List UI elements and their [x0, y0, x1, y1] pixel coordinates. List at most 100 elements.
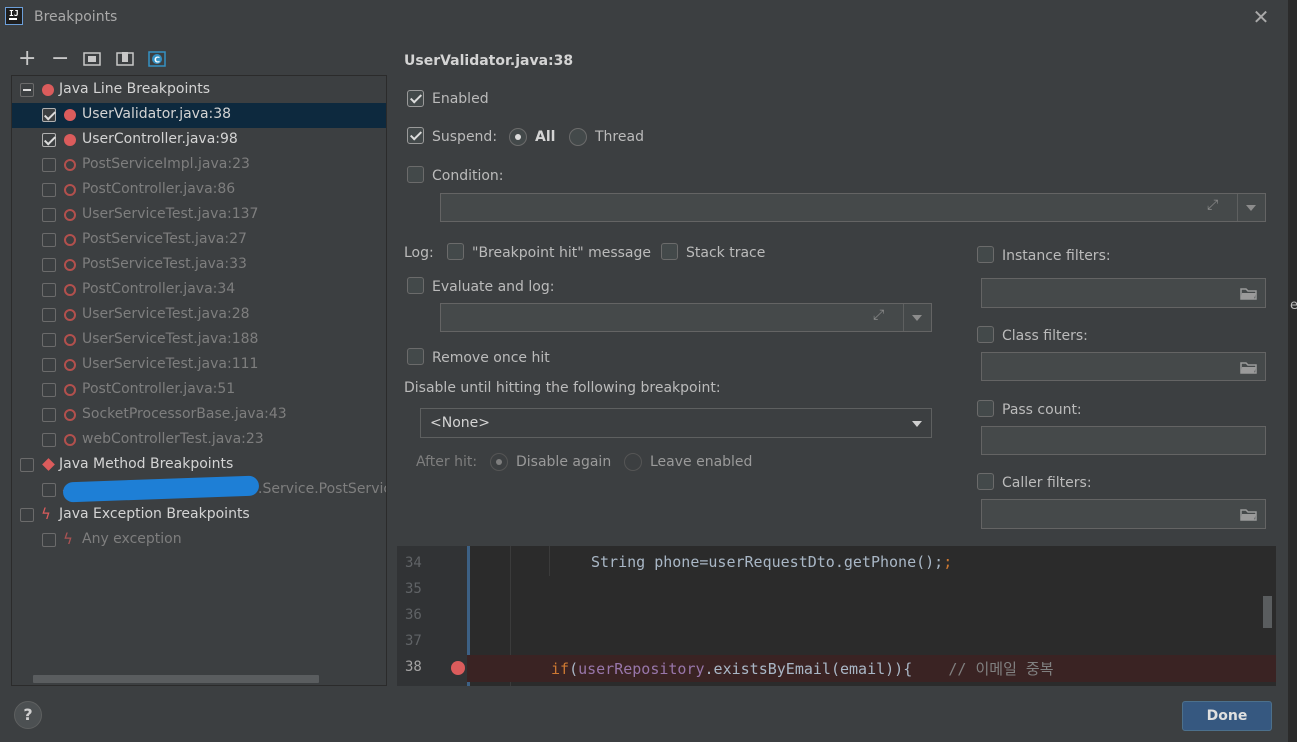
- editor-vertical-scrollbar[interactable]: [1263, 596, 1272, 628]
- evaluate-and-log-checkbox[interactable]: [407, 277, 424, 294]
- group-by-class-button[interactable]: C: [148, 50, 166, 68]
- group-checkbox[interactable]: [20, 83, 34, 97]
- tree-item-any-exception[interactable]: ϟ Any exception: [12, 528, 386, 553]
- tree-item-line-breakpoint[interactable]: webControllerTest.java:23: [12, 428, 386, 453]
- breakpoint-checkbox[interactable]: [42, 108, 56, 122]
- condition-checkbox[interactable]: [407, 166, 424, 183]
- instance-filters-checkbox[interactable]: [977, 246, 994, 263]
- disable-until-value: <None>: [430, 415, 490, 431]
- breakpoint-checkbox[interactable]: [42, 433, 56, 447]
- group-checkbox[interactable]: [20, 458, 34, 472]
- tree-item-line-breakpoint[interactable]: PostController.java:34: [12, 278, 386, 303]
- breakpoint-dot-icon: [64, 159, 76, 171]
- breakpoint-checkbox[interactable]: [42, 158, 56, 172]
- enabled-checkbox[interactable]: [407, 90, 424, 107]
- tree-item-line-breakpoint[interactable]: PostServiceImpl.java:23: [12, 153, 386, 178]
- breakpoint-checkbox[interactable]: [42, 133, 56, 147]
- suspend-all-radio[interactable]: [509, 128, 527, 146]
- instance-filters-input[interactable]: [981, 278, 1266, 308]
- tree-group-java-line[interactable]: Java Line Breakpoints: [12, 78, 386, 103]
- tree-item-label: PostServiceTest.java:27: [82, 231, 247, 247]
- breakpoints-tree[interactable]: Java Line Breakpoints Java Method Breakp…: [11, 75, 387, 686]
- breakpoint-checkbox[interactable]: [42, 408, 56, 422]
- chevron-down-icon[interactable]: [1246, 205, 1256, 211]
- breakpoint-checkbox[interactable]: [42, 183, 56, 197]
- caller-filters-checkbox[interactable]: [977, 473, 994, 490]
- expand-icon[interactable]: ⤢: [873, 307, 884, 323]
- disable-again-radio[interactable]: [490, 453, 508, 471]
- breakpoint-dot-icon: [64, 234, 76, 246]
- remove-once-hit-checkbox[interactable]: [407, 348, 424, 365]
- tree-item-line-breakpoint[interactable]: UserController.java:98: [12, 128, 386, 153]
- pass-count-checkbox[interactable]: [977, 400, 994, 417]
- breakpoint-checkbox[interactable]: [42, 333, 56, 347]
- condition-input[interactable]: [440, 193, 1266, 222]
- tree-item-line-breakpoint[interactable]: SocketProcessorBase.java:43: [12, 403, 386, 428]
- breakpoint-checkbox[interactable]: [42, 358, 56, 372]
- tree-item-line-breakpoint[interactable]: UserServiceTest.java:28: [12, 303, 386, 328]
- indent-guide: [549, 546, 550, 576]
- class-filters-input[interactable]: [981, 352, 1266, 381]
- breakpoint-dot-icon: [64, 409, 76, 421]
- breakpoint-dot-icon: [64, 384, 76, 396]
- stack-trace-checkbox[interactable]: [661, 243, 678, 260]
- tree-item-line-breakpoint[interactable]: UserServiceTest.java:111: [12, 353, 386, 378]
- help-button[interactable]: ?: [14, 701, 42, 729]
- breakpoint-checkbox[interactable]: [42, 283, 56, 297]
- folder-icon[interactable]: [1240, 508, 1257, 521]
- breakpoint-checkbox[interactable]: [42, 533, 56, 547]
- breakpoint-checkbox[interactable]: [42, 233, 56, 247]
- folder-icon[interactable]: [1240, 361, 1257, 374]
- stack-trace-label: Stack trace: [686, 245, 766, 261]
- tree-item-label: Any exception: [82, 531, 182, 547]
- separator: [1237, 194, 1238, 221]
- group-by-file-button[interactable]: [83, 50, 101, 68]
- log-message-checkbox[interactable]: [447, 243, 464, 260]
- caller-filters-label: Caller filters:: [1002, 475, 1092, 491]
- pass-count-input[interactable]: [981, 426, 1266, 455]
- done-button[interactable]: Done: [1182, 701, 1272, 731]
- expand-icon[interactable]: ⤢: [1207, 197, 1218, 213]
- group-by-file-icon: [83, 52, 101, 66]
- add-breakpoint-button[interactable]: +: [18, 48, 36, 70]
- tree-item-line-breakpoint[interactable]: PostServiceTest.java:27: [12, 228, 386, 253]
- breakpoint-dot-icon[interactable]: [451, 661, 465, 675]
- folder-icon[interactable]: [1240, 287, 1257, 300]
- breakpoint-checkbox[interactable]: [42, 483, 56, 497]
- tree-group-java-method[interactable]: Java Method Breakpoints: [12, 453, 386, 478]
- close-icon[interactable]: ✕: [1252, 6, 1270, 28]
- breakpoint-checkbox[interactable]: [42, 208, 56, 222]
- tree-item-line-breakpoint[interactable]: PostServiceTest.java:33: [12, 253, 386, 278]
- caller-filters-input[interactable]: [981, 499, 1266, 529]
- tree-item-line-breakpoint[interactable]: UserServiceTest.java:137: [12, 203, 386, 228]
- group-by-package-button[interactable]: [116, 50, 134, 68]
- group-by-class-icon: C: [148, 51, 166, 67]
- instance-filters-label: Instance filters:: [1002, 248, 1111, 264]
- tree-item-label: .Service.PostService.: [258, 481, 386, 497]
- chevron-down-icon[interactable]: [912, 315, 922, 321]
- class-filters-checkbox[interactable]: [977, 326, 994, 343]
- evaluate-and-log-input[interactable]: [440, 303, 932, 332]
- disable-until-dropdown[interactable]: [420, 408, 932, 438]
- evaluate-and-log-label: Evaluate and log:: [432, 279, 555, 295]
- breakpoint-checkbox[interactable]: [42, 383, 56, 397]
- tree-item-line-breakpoint[interactable]: PostController.java:86: [12, 178, 386, 203]
- tree-item-label: SocketProcessorBase.java:43: [82, 406, 287, 422]
- after-hit-label: After hit:: [416, 454, 478, 470]
- breakpoint-dot-icon: [64, 359, 76, 371]
- tree-horizontal-scrollbar[interactable]: [33, 675, 319, 683]
- tree-item-line-breakpoint[interactable]: UserServiceTest.java:188: [12, 328, 386, 353]
- remove-breakpoint-button[interactable]: −: [51, 48, 69, 70]
- remove-once-hit-label: Remove once hit: [432, 350, 550, 366]
- tree-item-line-breakpoint[interactable]: PostController.java:51: [12, 378, 386, 403]
- breakpoint-dot-icon: [64, 284, 76, 296]
- leave-enabled-radio[interactable]: [624, 453, 642, 471]
- breakpoint-checkbox[interactable]: [42, 258, 56, 272]
- tree-item-line-breakpoint[interactable]: UserValidator.java:38: [12, 103, 386, 128]
- breakpoint-checkbox[interactable]: [42, 308, 56, 322]
- window-title: Breakpoints: [34, 9, 118, 25]
- suspend-checkbox[interactable]: [407, 127, 424, 144]
- suspend-thread-radio[interactable]: [569, 128, 587, 146]
- tree-group-java-exception[interactable]: ϟ Java Exception Breakpoints: [12, 503, 386, 528]
- group-checkbox[interactable]: [20, 508, 34, 522]
